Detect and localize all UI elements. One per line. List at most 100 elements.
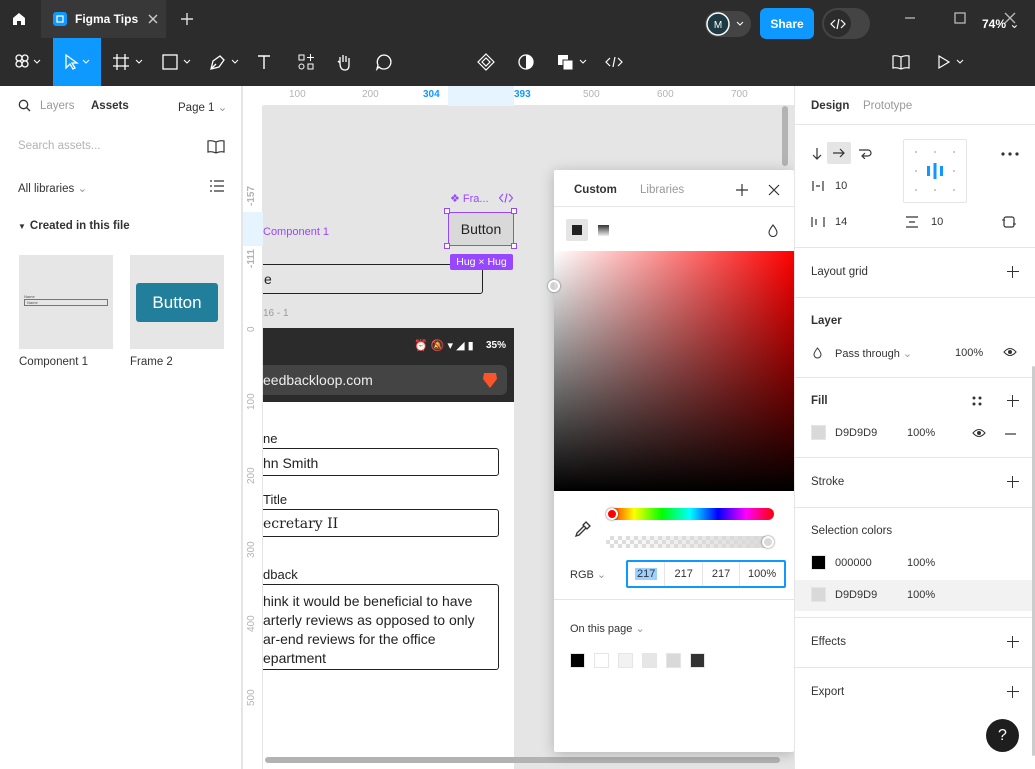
move-tool[interactable] — [53, 38, 101, 86]
selection-color-swatch[interactable] — [811, 587, 826, 602]
text-tool[interactable] — [252, 38, 276, 86]
swatch-source-select[interactable]: On this page ⌄ — [570, 622, 645, 635]
swatch[interactable] — [642, 653, 657, 668]
add-icon[interactable] — [1007, 266, 1019, 278]
share-button[interactable]: Share — [760, 8, 814, 39]
selection-color-swatch[interactable] — [811, 555, 826, 570]
swatch[interactable] — [594, 653, 609, 668]
selection-color-opacity[interactable]: 100% — [907, 589, 935, 601]
selection-color-opacity[interactable]: 100% — [907, 557, 935, 569]
clip-content-icon[interactable] — [1002, 215, 1016, 229]
comment-tool[interactable] — [372, 38, 396, 86]
swatch[interactable] — [690, 653, 705, 668]
eyedropper-icon[interactable] — [574, 520, 592, 538]
selected-button[interactable]: Button — [448, 212, 514, 246]
file-tab[interactable]: Figma Tips — [41, 0, 166, 38]
hue-knob[interactable] — [606, 508, 618, 520]
remove-icon[interactable] — [1005, 433, 1016, 435]
pen-tool[interactable] — [206, 38, 242, 86]
add-icon[interactable] — [1007, 686, 1019, 698]
vertical-scrollbar[interactable] — [782, 106, 788, 166]
multiplayer-avatar[interactable]: M — [705, 11, 751, 37]
resources-tool[interactable] — [294, 38, 318, 86]
wrap-icon[interactable] — [858, 147, 872, 159]
asset-thumbnail-component-1[interactable]: Name Name — [19, 255, 113, 349]
tab-prototype[interactable]: Prototype — [863, 100, 912, 112]
blue-input[interactable]: 217 — [703, 562, 741, 586]
gap-value[interactable]: 10 — [835, 180, 847, 192]
resize-handle[interactable] — [511, 243, 517, 249]
dev-mode-toggle[interactable] — [822, 8, 870, 39]
book-icon[interactable] — [892, 54, 910, 70]
hand-tool[interactable] — [332, 38, 356, 86]
add-icon[interactable] — [736, 184, 748, 196]
color-area-knob[interactable] — [548, 280, 560, 292]
fill-opacity[interactable]: 100% — [907, 427, 935, 439]
tab-assets[interactable]: Assets — [91, 100, 129, 112]
alignment-grid[interactable] — [903, 139, 967, 203]
minimize-icon[interactable] — [902, 10, 918, 26]
close-tab-icon[interactable] — [146, 12, 160, 26]
search-icon[interactable] — [18, 99, 31, 112]
blend-mode-select[interactable]: Pass through ⌄ — [835, 347, 912, 360]
hug-size-badge[interactable]: Hug × Hug — [450, 254, 513, 270]
main-menu-button[interactable] — [10, 38, 46, 86]
frame-label[interactable]: ❖ Fra... — [450, 192, 489, 205]
component-label[interactable]: Component 1 — [263, 226, 329, 238]
shape-tool[interactable] — [158, 38, 194, 86]
components-button[interactable] — [474, 38, 498, 86]
maximize-icon[interactable] — [952, 10, 968, 26]
add-icon[interactable] — [1007, 476, 1019, 488]
swatch[interactable] — [666, 653, 681, 668]
horizontal-scrollbar[interactable] — [265, 757, 780, 763]
new-tab-icon[interactable] — [178, 10, 196, 28]
alpha-input[interactable]: 100% — [740, 562, 784, 586]
help-button[interactable]: ? — [986, 719, 1019, 752]
dev-code-button[interactable] — [602, 38, 626, 86]
frame-name-label[interactable]: 16 - 1 — [263, 308, 289, 319]
fill-hex[interactable]: D9D9D9 — [835, 427, 877, 439]
close-icon[interactable] — [768, 184, 780, 196]
hue-slider[interactable] — [606, 508, 774, 520]
solid-fill-button[interactable] — [566, 219, 588, 241]
code-icon[interactable] — [499, 193, 513, 203]
padding-horizontal-value[interactable]: 14 — [835, 216, 847, 228]
opacity-knob[interactable] — [762, 536, 774, 548]
search-assets-input[interactable]: Search assets... — [18, 140, 100, 152]
swatch[interactable] — [570, 653, 585, 668]
add-icon[interactable] — [1007, 395, 1019, 407]
gradient-fill-icon[interactable] — [598, 225, 609, 236]
red-input[interactable]: 217 — [628, 562, 666, 586]
fill-swatch[interactable] — [811, 425, 826, 440]
more-options-icon[interactable] — [1001, 152, 1019, 156]
padding-vertical-value[interactable]: 10 — [931, 216, 943, 228]
arrow-down-icon[interactable] — [811, 147, 823, 161]
layer-opacity[interactable]: 100% — [955, 347, 983, 359]
add-icon[interactable] — [1007, 636, 1019, 648]
picker-tab-libraries[interactable]: Libraries — [640, 184, 684, 196]
tab-design[interactable]: Design — [811, 100, 849, 112]
mask-button[interactable] — [514, 38, 538, 86]
page-selector[interactable]: Page 1 ⌄ — [178, 100, 227, 114]
zoom-level[interactable]: 74% ⌄ — [982, 17, 1019, 31]
saturation-brightness-area[interactable] — [554, 251, 794, 491]
eye-icon[interactable] — [1003, 347, 1017, 357]
home-button[interactable] — [0, 0, 38, 38]
tab-layers[interactable]: Layers — [40, 100, 75, 112]
asset-thumbnail-frame-2[interactable]: Button — [130, 255, 224, 349]
library-book-icon[interactable] — [207, 140, 225, 154]
green-input[interactable]: 217 — [665, 562, 703, 586]
eye-icon[interactable] — [972, 428, 986, 438]
style-grid-icon[interactable] — [972, 396, 982, 406]
list-view-icon[interactable] — [210, 180, 224, 192]
selection-color-hex[interactable]: 000000 — [835, 557, 872, 569]
color-mode-select[interactable]: RGB ⌄ — [570, 568, 606, 581]
resize-handle[interactable] — [444, 243, 450, 249]
swatch[interactable] — [618, 653, 633, 668]
opacity-slider[interactable] — [606, 536, 774, 548]
picker-tab-custom[interactable]: Custom — [574, 184, 617, 196]
selection-color-hex[interactable]: D9D9D9 — [835, 589, 877, 601]
play-icon[interactable] — [936, 54, 966, 70]
libraries-filter[interactable]: All libraries ⌄ — [18, 181, 87, 195]
component-field[interactable]: e — [252, 264, 483, 294]
